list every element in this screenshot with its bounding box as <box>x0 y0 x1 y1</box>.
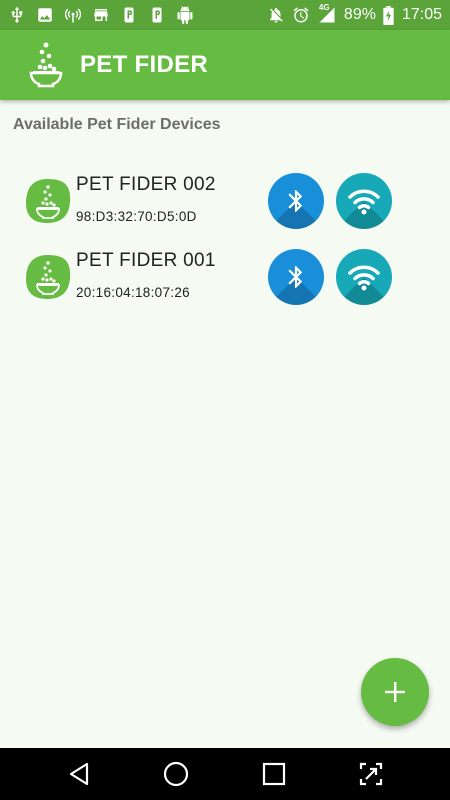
p-app-icon <box>148 6 166 24</box>
notification-icons <box>8 6 194 24</box>
pet-food-bowl-icon <box>29 42 63 88</box>
device-mac-address: 20:16:04:18:07:26 <box>76 285 190 300</box>
pet-food-bowl-icon <box>26 179 71 223</box>
home-button[interactable] <box>156 754 196 794</box>
device-name: PET FIDER 001 <box>76 250 216 271</box>
app-bar: PET FIDER <box>0 30 450 100</box>
recent-apps-square-icon <box>262 762 285 786</box>
usb-icon <box>8 6 26 24</box>
app-title: PET FIDER <box>80 51 209 78</box>
pet-food-bowl-icon <box>26 255 71 299</box>
store-icon <box>92 6 110 24</box>
device-list: PET FIDER 002 98:D3:32:70:D5:0D PET FIDE… <box>0 168 450 320</box>
bluetooth-icon <box>288 266 303 288</box>
battery-charging-icon <box>383 5 395 25</box>
device-mac-address: 98:D3:32:70:D5:0D <box>76 209 197 224</box>
resize-screen-button[interactable] <box>351 754 391 794</box>
back-triangle-icon <box>69 762 88 786</box>
resize-icon <box>360 762 383 786</box>
back-button[interactable] <box>59 754 99 794</box>
alarm-icon <box>292 6 310 24</box>
wifi-icon <box>348 265 380 291</box>
mute-icon <box>267 6 285 24</box>
wifi-connect-button[interactable] <box>336 173 392 229</box>
image-icon <box>36 6 54 24</box>
wifi-connect-button[interactable] <box>336 249 392 305</box>
clock: 17:05 <box>401 6 442 23</box>
section-title: Available Pet Fider Devices <box>13 116 221 133</box>
signal-icon: 4G <box>317 3 337 24</box>
system-icons: 4G 89% 17:05 <box>267 3 442 25</box>
p-app-icon <box>120 6 138 24</box>
network-type-label: 4G <box>318 3 330 12</box>
hotspot-icon <box>64 6 82 24</box>
bluetooth-connect-button[interactable] <box>268 249 324 305</box>
battery-percent: 89% <box>343 6 376 23</box>
bluetooth-icon <box>288 190 303 212</box>
plus-icon <box>385 682 405 702</box>
device-name: PET FIDER 002 <box>76 174 216 195</box>
status-bar: 4G 89% 17:05 <box>0 0 450 30</box>
add-device-button[interactable] <box>361 658 429 726</box>
home-circle-icon <box>164 761 189 787</box>
recent-apps-button[interactable] <box>254 754 294 794</box>
device-list-item[interactable]: PET FIDER 001 20:16:04:18:07:26 <box>0 244 450 320</box>
device-list-item[interactable]: PET FIDER 002 98:D3:32:70:D5:0D <box>0 168 450 244</box>
bluetooth-connect-button[interactable] <box>268 173 324 229</box>
android-icon <box>176 6 194 24</box>
navigation-bar <box>0 748 450 800</box>
wifi-icon <box>348 189 380 215</box>
